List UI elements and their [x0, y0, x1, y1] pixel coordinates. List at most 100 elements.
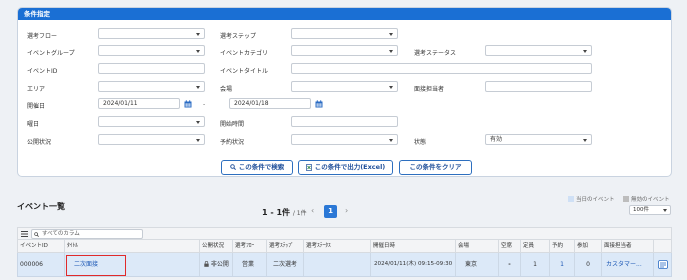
event-title-input[interactable] [291, 63, 592, 74]
interviewer-link[interactable]: カスタマー... [606, 261, 642, 268]
label-event-title: イベントタイトル [220, 68, 269, 75]
col-vacancy[interactable]: 空席 [499, 240, 521, 252]
calendar-icon[interactable] [315, 100, 323, 108]
per-page-select[interactable]: 100件 [629, 205, 671, 215]
col-publish-status[interactable]: 公開状況 [200, 240, 233, 252]
legend-today: 当日のイベント [568, 195, 615, 203]
column-search-placeholder: すべてのカラム [42, 231, 80, 237]
label-weekday: 曜日 [27, 121, 40, 128]
lock-icon [204, 261, 209, 267]
date-from-input[interactable]: 2024/01/11 [98, 98, 180, 109]
label-publish-status: 公開状況 [27, 139, 52, 146]
page-1-button[interactable]: 1 [324, 205, 337, 218]
chevron-down-icon [389, 50, 393, 53]
clear-conditions-button[interactable]: この条件をクリア [399, 160, 472, 175]
event-id-input[interactable] [98, 63, 205, 74]
selection-status-select[interactable] [485, 45, 592, 56]
label-reservation-status: 予約状況 [220, 139, 245, 146]
label-event-id: イベントID [27, 68, 58, 75]
col-venue[interactable]: 会場 [456, 240, 499, 252]
search-button-label: この条件で検索 [238, 163, 285, 171]
col-reserved[interactable]: 予約 [550, 240, 575, 252]
group-select[interactable] [98, 45, 205, 56]
publish-status-select[interactable] [98, 134, 205, 145]
cell-interviewer: カスタマー... [602, 253, 654, 276]
reservation-status-select[interactable] [291, 134, 398, 145]
category-select[interactable] [291, 45, 398, 56]
result-count-range: 1 - 1件 [262, 208, 291, 217]
chevron-down-icon [389, 86, 393, 89]
panel-title: 条件指定 [18, 8, 671, 20]
result-count-total: / 1件 [292, 210, 307, 217]
state-select[interactable]: 有効 [485, 134, 592, 145]
excel-icon [305, 163, 312, 171]
col-status[interactable]: 選考ｽﾃｰﾀｽ [304, 240, 371, 252]
publish-status-value: 非公開 [210, 261, 229, 268]
label-state: 状態 [414, 139, 427, 146]
label-flow: 選考フロー [27, 33, 58, 40]
label-venue: 会場 [220, 86, 233, 93]
interviewer-input[interactable] [485, 81, 592, 92]
cell-publish-status: 非公開 [200, 253, 233, 276]
cell-actions [654, 253, 673, 276]
cell-event-id: 000006 [18, 253, 65, 276]
flow-select[interactable] [98, 28, 205, 39]
clear-conditions-button-label: この条件をクリア [409, 163, 462, 171]
col-title[interactable]: ﾀｲﾄﾙ [65, 240, 200, 252]
reserved-count-link[interactable]: 1 [560, 261, 564, 268]
cell-datetime: 2024/01/11(木) 09:15-09:30 [371, 253, 456, 276]
legend-today-label: 当日のイベント [576, 197, 615, 203]
search-icon [34, 231, 39, 237]
column-search-input[interactable]: すべてのカラム [31, 229, 143, 239]
chevron-down-icon [196, 33, 200, 36]
area-select[interactable] [98, 81, 205, 92]
chevron-down-icon [389, 33, 393, 36]
venue-select[interactable] [291, 81, 398, 92]
label-step: 選考ステップ [220, 33, 257, 40]
label-date: 開催日 [27, 103, 46, 110]
col-flow[interactable]: 選考ﾌﾛｰ [233, 240, 267, 252]
step-select[interactable] [291, 28, 398, 39]
menu-icon[interactable] [21, 231, 28, 237]
calendar-icon[interactable] [184, 100, 192, 108]
label-start-time: 開始時間 [220, 121, 245, 128]
table-toolbar: すべてのカラム [17, 227, 672, 240]
label-interviewer: 面接担当者 [414, 86, 445, 93]
cell-venue: 東京 [456, 253, 499, 276]
search-icon [230, 164, 236, 170]
chevron-down-icon [389, 139, 393, 142]
legend-invalid-label: 無効のイベント [631, 197, 670, 203]
col-step[interactable]: 選考ｽﾃｯﾌﾟ [267, 240, 304, 252]
state-select-value: 有効 [490, 136, 503, 143]
chevron-down-icon [196, 50, 200, 53]
legend-invalid-swatch [623, 196, 629, 202]
next-page-button[interactable]: › [345, 206, 348, 215]
col-capacity[interactable]: 定員 [521, 240, 550, 252]
search-conditions-panel: 条件指定 選考フロー 選考ステップ イベントグループ イベントカテゴリ 選考ステ… [17, 7, 672, 177]
prev-page-button[interactable]: ‹ [311, 206, 314, 215]
export-excel-button[interactable]: この条件で出力(Excel) [298, 160, 393, 175]
label-area: エリア [27, 86, 46, 93]
detail-icon[interactable] [658, 260, 668, 269]
chevron-down-icon [583, 139, 587, 142]
label-group: イベントグループ [27, 50, 75, 57]
title-highlight-box [66, 255, 126, 276]
date-to-input[interactable]: 2024/01/18 [229, 98, 311, 109]
search-button[interactable]: この条件で検索 [221, 160, 293, 175]
start-time-input[interactable] [291, 116, 398, 127]
col-joined[interactable]: 参加 [575, 240, 602, 252]
col-datetime[interactable]: 開催日時 [371, 240, 456, 252]
cell-step: 二次選考 [267, 253, 304, 276]
cell-reserved: 1 [550, 253, 575, 276]
legend-invalid: 無効のイベント [623, 195, 670, 203]
per-page-value: 100件 [633, 207, 649, 213]
weekday-select[interactable] [98, 116, 205, 127]
col-event-id[interactable]: イベントID [18, 240, 65, 252]
chevron-down-icon [583, 50, 587, 53]
label-category: イベントカテゴリ [220, 50, 269, 57]
col-interviewer[interactable]: 面接担当者 [602, 240, 654, 252]
result-count: 1 - 1件 / 1件 [262, 207, 307, 218]
col-actions [654, 240, 673, 252]
chevron-down-icon [196, 86, 200, 89]
label-selection-status: 選考ステータス [414, 50, 457, 57]
